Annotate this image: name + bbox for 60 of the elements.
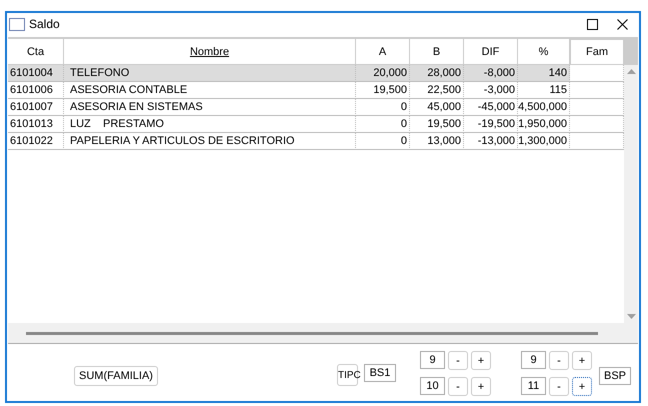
vertical-scrollbar[interactable] bbox=[624, 65, 638, 323]
increment-button[interactable]: + bbox=[471, 377, 491, 396]
table-cell: 20,000 bbox=[356, 65, 410, 82]
increment-button[interactable]: + bbox=[572, 351, 592, 370]
decrement-button[interactable]: - bbox=[549, 351, 569, 370]
increment-button[interactable]: + bbox=[572, 377, 592, 396]
number-field[interactable]: 9 bbox=[420, 351, 445, 369]
table-cell: 28,000 bbox=[410, 65, 464, 82]
table-cell: -3,000 bbox=[464, 82, 518, 99]
table-cell: 6101004 bbox=[8, 65, 64, 82]
table-cell: -8,000 bbox=[464, 65, 518, 82]
tipc-button[interactable]: TIPC bbox=[337, 364, 358, 386]
table-cell: 6101013 bbox=[8, 116, 64, 133]
horizontal-scrollbar[interactable] bbox=[8, 323, 638, 343]
table-cell: -19,500 bbox=[464, 116, 518, 133]
table-cell: 140 bbox=[518, 65, 570, 82]
table-cell: 13,000 bbox=[410, 133, 464, 150]
table-cell: 45,000 bbox=[410, 99, 464, 116]
table-cell: 6101006 bbox=[8, 82, 64, 99]
table-row[interactable]: 6101006 ASESORIA CONTABLE 19,500 22,500 -3,000 115 bbox=[8, 82, 624, 99]
table-cell: 115 bbox=[518, 82, 570, 99]
table-cell: 0 bbox=[356, 99, 410, 116]
table-cell: 0 bbox=[356, 133, 410, 150]
table-cell: 6101007 bbox=[8, 99, 64, 116]
table-row[interactable]: 6101004 TELEFONO 20,000 28,000 -8,000 140 bbox=[8, 65, 624, 82]
table-cell: ASESORIA EN SISTEMAS bbox=[64, 99, 356, 116]
table-cell: -45,000 bbox=[464, 99, 518, 116]
table-row[interactable]: 6101022 PAPELERIA Y ARTICULOS DE ESCRITORIO 0 13,000 -13,000 1,300,000 bbox=[8, 133, 624, 150]
decrement-button[interactable]: - bbox=[549, 377, 569, 396]
table-cell: ASESORIA CONTABLE bbox=[64, 82, 356, 99]
table-row[interactable]: 6101007 ASESORIA EN SISTEMAS 0 45,000 -45,000 4,500,000 bbox=[8, 99, 624, 116]
increment-button[interactable]: + bbox=[471, 351, 491, 370]
table-cell: 19,500 bbox=[356, 82, 410, 99]
bsp-field[interactable]: BSP bbox=[599, 367, 631, 385]
table-row[interactable]: 6101013 LUZ PRESTAMO 0 19,500 -19,500 1,950,000 bbox=[8, 116, 624, 133]
table-cell: 22,500 bbox=[410, 82, 464, 99]
table-cell: TELEFONO bbox=[64, 65, 356, 82]
table-cell: PAPELERIA Y ARTICULOS DE ESCRITORIO bbox=[64, 133, 356, 150]
number-field[interactable]: 11 bbox=[521, 377, 546, 395]
column-header[interactable]: Fam bbox=[570, 39, 624, 65]
table-cell: 1,950,000 bbox=[518, 116, 570, 133]
maximize-icon bbox=[586, 18, 598, 30]
table-cell: 4,500,000 bbox=[518, 99, 570, 116]
table-cell: 1,300,000 bbox=[518, 133, 570, 150]
bs1-field[interactable]: BS1 bbox=[364, 364, 396, 382]
table-cell: LUZ PRESTAMO bbox=[64, 116, 356, 133]
number-field[interactable]: 9 bbox=[521, 351, 546, 369]
decrement-button[interactable]: - bbox=[448, 377, 468, 396]
close-icon bbox=[616, 18, 628, 30]
scroll-up-icon[interactable] bbox=[626, 69, 636, 74]
decrement-button[interactable]: - bbox=[448, 351, 468, 370]
table-cell: 19,500 bbox=[410, 116, 464, 133]
window-icon bbox=[9, 18, 25, 30]
window-title: Saldo bbox=[29, 17, 61, 31]
table-cell: 6101022 bbox=[8, 133, 64, 150]
table-cell: -13,000 bbox=[464, 133, 518, 150]
scroll-down-icon[interactable] bbox=[626, 314, 636, 319]
sum-button[interactable]: SUM(FAMILIA) bbox=[74, 366, 158, 386]
table-cell: 0 bbox=[356, 116, 410, 133]
number-field[interactable]: 10 bbox=[420, 377, 445, 395]
